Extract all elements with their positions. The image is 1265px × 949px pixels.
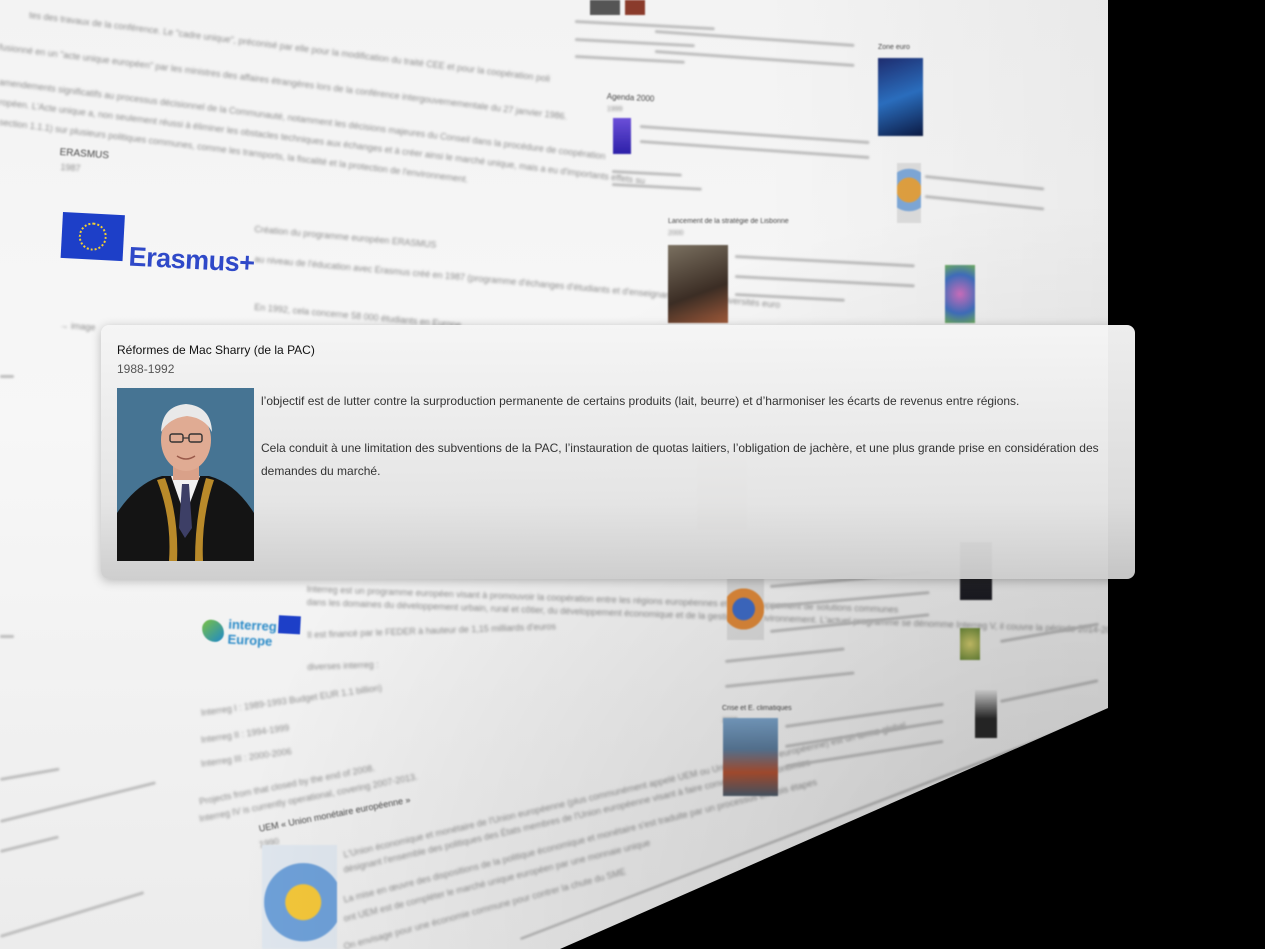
popup-paragraph: Cela conduit à une limitation des subven… <box>261 441 1099 478</box>
interreg-list-item: Interreg III : 2000-2006 <box>200 746 293 769</box>
eurozone-map <box>262 845 337 949</box>
background-text-line <box>734 255 915 268</box>
agenda-2000-logo <box>613 118 631 154</box>
background-text-line <box>725 671 855 688</box>
background-text-line <box>0 767 60 781</box>
chart-thumbnail <box>897 163 921 223</box>
event-detail-popup[interactable]: Réformes de Mac Sharry (de la PAC) 1988-… <box>101 325 1135 579</box>
background-text-line <box>0 835 59 853</box>
background-text-line <box>1000 679 1099 703</box>
popup-description: l’objectif est de lutter contre la surpr… <box>261 390 1123 507</box>
agenda-2000-year: 1999 <box>607 106 623 113</box>
agenda-2000-title[interactable]: Agenda 2000 <box>607 92 655 103</box>
image-link[interactable]: → image <box>59 318 96 334</box>
background-text-line <box>611 183 702 191</box>
thumbnail-image <box>625 0 645 15</box>
erasmus-description: Création du programme européen ERASMUS <box>253 223 437 250</box>
map-thumbnail <box>945 265 975 323</box>
background-text-line <box>639 125 870 145</box>
background-text-line <box>924 195 1045 211</box>
popup-title: Réformes de Mac Sharry (de la PAC) <box>117 343 315 357</box>
lisbon-photo <box>668 245 728 323</box>
background-text-line <box>0 375 14 378</box>
background-text-line <box>734 275 915 288</box>
crisis-photo <box>723 718 778 796</box>
europe-map-thumbnail <box>727 578 764 640</box>
popup-paragraph: l’objectif est de lutter contre la surpr… <box>261 394 1020 408</box>
lisbon-strategy-year: 2000 <box>668 230 684 237</box>
background-text-line <box>0 635 14 638</box>
interreg-list-item: Interreg II : 1994-1999 <box>200 722 290 745</box>
emblem-thumbnail <box>960 628 980 660</box>
euro-zone-title[interactable]: Zone euro <box>878 44 910 51</box>
background-text-line <box>725 647 845 663</box>
interreg-logo: interreg Europe <box>199 607 311 658</box>
background-text-line <box>0 891 145 938</box>
background-text-line <box>574 20 715 31</box>
thumbnail-image <box>590 0 620 15</box>
interreg-description: Il est financé par le FEDER à hauteur de… <box>307 621 557 640</box>
background-text-line <box>639 140 870 160</box>
crisis-title[interactable]: Crise et E. climatiques <box>722 705 792 712</box>
background-text-line <box>574 38 695 48</box>
background-text-line <box>924 175 1045 191</box>
interreg-list-item: Interreg I : 1989-1993 Budget EUR 1.1 bi… <box>200 682 383 718</box>
eu-flag-icon <box>60 212 125 262</box>
lisbon-strategy-title[interactable]: Lancement de la stratégie de Lisbonne <box>668 218 789 225</box>
background-text-line <box>654 50 855 67</box>
erasmus-year: 1987 <box>60 161 81 174</box>
eu-flag-icon <box>277 615 301 635</box>
popup-date: 1988-1992 <box>117 362 175 376</box>
background-text-line <box>0 781 156 823</box>
popup-portrait-photo <box>117 388 254 561</box>
portrait-thumbnail <box>975 690 997 738</box>
background-text-line: tes des travaux de la conférence. Le "ca… <box>28 9 551 84</box>
background-text-line <box>574 55 685 64</box>
erasmus-logo: Erasmus+ <box>59 212 255 297</box>
interreg-leaf-icon <box>201 619 225 643</box>
erasmus-heading[interactable]: ERASMUS <box>59 147 109 161</box>
interreg-description: diverses interreg : <box>307 659 379 672</box>
euro-thumbnail <box>878 58 923 136</box>
erasmus-logo-text: Erasmus+ <box>127 241 256 279</box>
